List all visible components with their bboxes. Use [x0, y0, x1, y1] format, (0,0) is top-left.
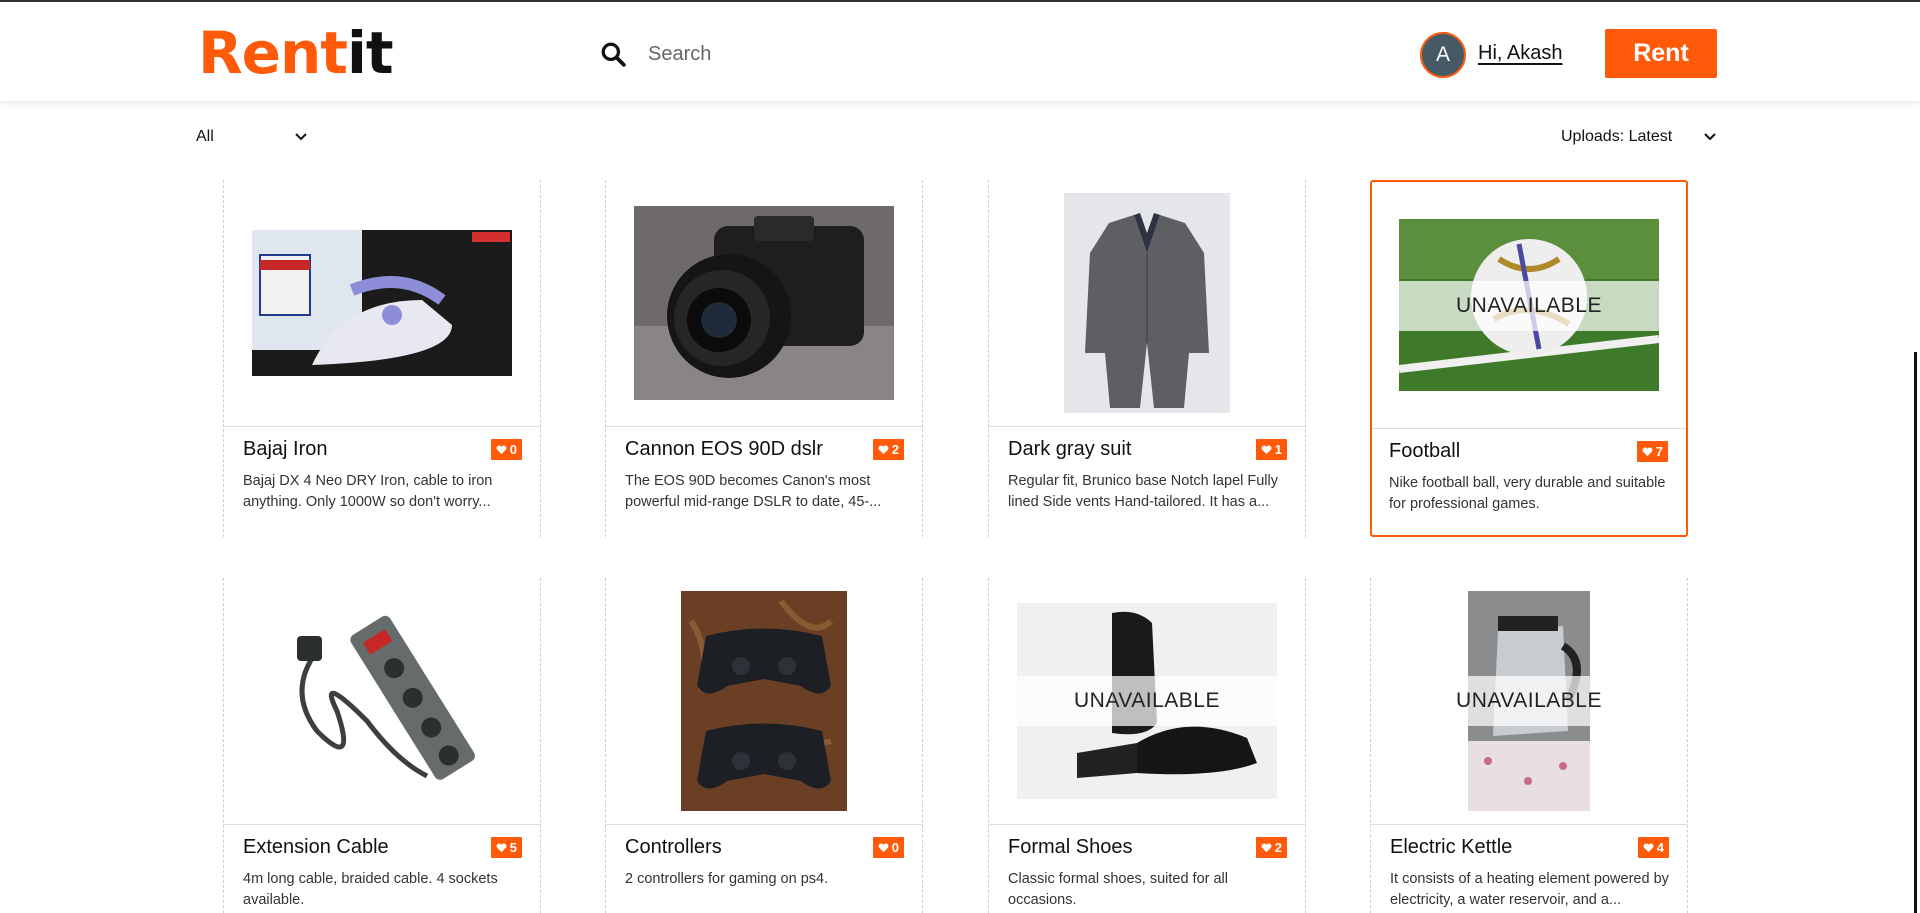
like-badge[interactable]: 2 — [872, 439, 904, 460]
category-dropdown-value: All — [196, 128, 214, 145]
unavailable-overlay: UNAVAILABLE — [1017, 676, 1277, 726]
sort-dropdown-value: Uploads: Latest — [1561, 128, 1673, 145]
chevron-down-icon — [1704, 133, 1716, 141]
rentit-logo[interactable]: Rentit — [198, 20, 394, 86]
product-description: It consists of a heating element powered… — [1390, 871, 1669, 908]
search-bar — [600, 39, 1020, 69]
product-card[interactable]: Bajaj Iron 0 Bajaj DX 4 Neo DRY Iron, ca… — [223, 180, 541, 537]
controllers-image — [681, 591, 847, 811]
product-card[interactable]: Dark gray suit 1 Regular fit, Brunico ba… — [988, 180, 1306, 537]
heart-icon — [878, 445, 889, 454]
category-dropdown[interactable]: All — [196, 128, 308, 146]
product-title[interactable]: Cannon EOS 90D dslr — [625, 438, 823, 461]
like-badge[interactable]: 4 — [1637, 837, 1669, 858]
heart-icon — [496, 445, 507, 454]
product-card[interactable]: UNAVAILABLE Football 7 Nike football bal… — [1370, 180, 1688, 537]
product-description: 4m long cable, braided cable. 4 sockets … — [243, 871, 498, 908]
heart-icon — [1642, 447, 1653, 456]
chevron-down-icon — [295, 133, 307, 141]
product-card[interactable]: Cannon EOS 90D dslr 2 The EOS 90D become… — [605, 180, 923, 537]
product-description: Bajaj DX 4 Neo DRY Iron, cable to iron a… — [243, 473, 493, 510]
like-badge[interactable]: 1 — [1255, 439, 1287, 460]
heart-icon — [878, 843, 889, 852]
camera-image — [634, 206, 894, 400]
product-title[interactable]: Controllers — [625, 836, 722, 859]
extension-cable-image — [277, 601, 487, 801]
search-icon[interactable] — [600, 41, 626, 67]
like-badge[interactable]: 5 — [490, 837, 522, 858]
heart-icon — [1261, 445, 1272, 454]
top-navbar: Rentit A Hi, Akash Rent — [0, 2, 1920, 102]
heart-icon — [496, 843, 507, 852]
product-title[interactable]: Electric Kettle — [1390, 836, 1512, 859]
like-badge[interactable]: 7 — [1636, 441, 1668, 462]
product-description: The EOS 90D becomes Canon's most powerfu… — [625, 473, 882, 510]
rent-button[interactable]: Rent — [1605, 29, 1717, 78]
product-title[interactable]: Football — [1389, 440, 1460, 463]
search-input[interactable] — [646, 41, 1010, 67]
heart-icon — [1261, 843, 1272, 852]
like-badge[interactable]: 2 — [1255, 837, 1287, 858]
product-title[interactable]: Extension Cable — [243, 836, 389, 859]
unavailable-overlay: UNAVAILABLE — [1399, 281, 1659, 331]
scrollbar[interactable] — [1914, 352, 1917, 913]
sort-dropdown[interactable]: Uploads: Latest — [1561, 128, 1717, 146]
user-avatar[interactable]: A — [1420, 32, 1466, 78]
product-description: Regular fit, Brunico base Notch lapel Fu… — [1008, 473, 1278, 510]
product-card[interactable]: Controllers 0 2 controllers for gaming o… — [605, 578, 923, 913]
like-badge[interactable]: 0 — [872, 837, 904, 858]
product-description: Nike football ball, very durable and sui… — [1389, 475, 1666, 512]
product-card[interactable]: UNAVAILABLE Electric Kettle 4 It consist… — [1370, 578, 1688, 913]
user-greeting-link[interactable]: Hi, Akash — [1478, 42, 1562, 65]
unavailable-overlay: UNAVAILABLE — [1456, 676, 1601, 726]
iron-image — [252, 230, 512, 376]
heart-icon — [1643, 843, 1654, 852]
product-description: Classic formal shoes, suited for all occ… — [1008, 871, 1228, 908]
product-title[interactable]: Dark gray suit — [1008, 438, 1131, 461]
product-card[interactable]: UNAVAILABLE Formal Shoes 2 Classic forma… — [988, 578, 1306, 913]
suit-image — [1064, 193, 1230, 413]
like-badge[interactable]: 0 — [490, 439, 522, 460]
product-card[interactable]: Extension Cable 5 4m long cable, braided… — [223, 578, 541, 913]
product-description: 2 controllers for gaming on ps4. — [625, 871, 829, 887]
product-title[interactable]: Bajaj Iron — [243, 438, 328, 461]
product-title[interactable]: Formal Shoes — [1008, 836, 1133, 859]
